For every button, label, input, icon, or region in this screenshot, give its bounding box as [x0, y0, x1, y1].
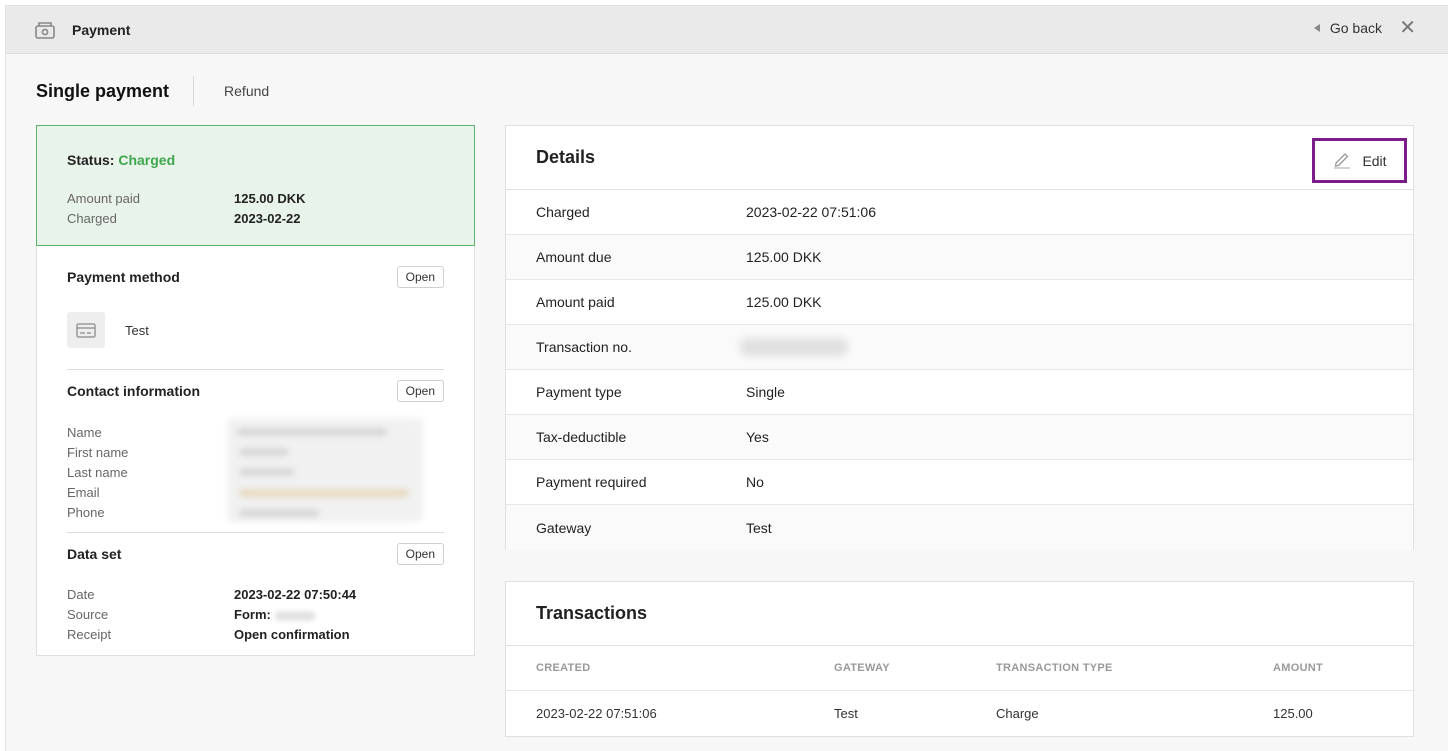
details-card: Details Edit Charged 2023-02-22 07:51:06…: [505, 125, 1414, 550]
tab-bar: Single payment Refund: [36, 76, 269, 106]
contact-name-label: Name: [67, 425, 102, 440]
row-value: No: [746, 474, 764, 490]
row-label: Source: [67, 607, 109, 622]
contact-phone-label: Phone: [67, 505, 105, 520]
details-row-amount-due: Amount due 125.00 DKK: [506, 235, 1413, 280]
column-header: TRANSACTION TYPE: [996, 662, 1113, 674]
table-cell: Charge: [996, 706, 1039, 721]
go-back-button[interactable]: Go back: [1313, 20, 1382, 36]
close-icon[interactable]: ✕: [1399, 18, 1416, 38]
source-form-text: Form:: [234, 607, 271, 622]
dataset-date-row: Date 2023-02-22 07:50:44: [67, 585, 444, 605]
payment-window: Payment Go back ✕ Single payment Refund …: [5, 5, 1448, 751]
row-label: Payment type: [536, 384, 622, 400]
column-header: CREATED: [536, 662, 591, 674]
row-label: Charged: [536, 204, 590, 220]
details-row-tax-deductible: Tax-deductible Yes: [506, 415, 1413, 460]
column-header: GATEWAY: [834, 662, 890, 674]
tab-single-payment[interactable]: Single payment: [36, 76, 195, 106]
window-titlebar: Payment Go back ✕: [6, 6, 1448, 54]
row-label: Charged: [67, 211, 117, 226]
credit-card-icon: [67, 312, 105, 348]
table-cell: 125.00: [1273, 706, 1313, 721]
row-label: Date: [67, 587, 95, 602]
payment-method-section: Payment method Open Test: [67, 246, 444, 370]
dataset-source-row: Source Form:: [67, 605, 444, 625]
dataset-section: Data set Open Date 2023-02-22 07:50:44 S…: [67, 533, 444, 645]
details-row-payment-required: Payment required No: [506, 460, 1413, 505]
pencil-icon: [1332, 149, 1352, 172]
tab-refund[interactable]: Refund: [194, 83, 269, 99]
table-cell: Test: [834, 706, 858, 721]
row-label: Transaction no.: [536, 339, 632, 355]
go-back-label: Go back: [1329, 20, 1382, 36]
row-value: Yes: [746, 429, 769, 445]
summary-panel: Status: Charged Amount paid 125.00 DKK C…: [36, 125, 475, 656]
redacted-line: [239, 489, 409, 497]
open-confirmation-link[interactable]: Open confirmation: [234, 625, 350, 645]
open-payment-method-button[interactable]: Open: [396, 266, 444, 288]
section-title: Contact information: [67, 383, 200, 399]
details-row-amount-paid: Amount paid 125.00 DKK: [506, 280, 1413, 325]
dataset-receipt-row: Receipt Open confirmation: [67, 625, 444, 645]
back-arrow-icon: [1313, 24, 1320, 32]
source-form-link[interactable]: Form:: [234, 605, 315, 625]
window-title: Payment: [72, 21, 131, 38]
table-row[interactable]: 2023-02-22 07:51:06 Test Charge 125.00: [506, 691, 1413, 736]
details-row-payment-type: Payment type Single: [506, 370, 1413, 415]
contact-last-name-label: Last name: [67, 465, 128, 480]
redacted-line: [239, 448, 289, 456]
row-value: 2023-02-22 07:50:44: [234, 587, 357, 602]
contact-first-name-label: First name: [67, 445, 129, 460]
amount-paid-row: Amount paid 125.00 DKK: [67, 189, 444, 209]
row-value: 125.00 DKK: [234, 191, 306, 206]
contact-section: Contact information Open Name First name…: [67, 370, 444, 533]
edit-button[interactable]: Edit: [1312, 138, 1407, 183]
row-label: Amount paid: [67, 191, 140, 206]
row-value: 125.00 DKK: [746, 294, 822, 310]
row-label: Gateway: [536, 519, 592, 536]
row-label: Payment required: [536, 474, 647, 490]
table-header: CREATED GATEWAY TRANSACTION TYPE AMOUNT: [506, 646, 1413, 691]
details-title: Details: [536, 147, 596, 167]
transactions-title: Transactions: [536, 603, 648, 623]
details-row-charged: Charged 2023-02-22 07:51:06: [506, 190, 1413, 235]
section-title: Payment method: [67, 269, 180, 285]
row-label: Amount due: [536, 249, 612, 265]
redacted-line: [237, 428, 387, 436]
row-value: Test: [746, 519, 772, 536]
table-cell: 2023-02-22 07:51:06: [536, 706, 657, 721]
row-value: Single: [746, 384, 785, 400]
charged-row: Charged 2023-02-22: [67, 209, 444, 229]
row-label: Receipt: [67, 627, 112, 642]
status-value: Charged: [118, 152, 176, 168]
column-header: AMOUNT: [1273, 662, 1324, 674]
details-row-transaction-no: Transaction no.: [506, 325, 1413, 370]
transactions-card: Transactions CREATED GATEWAY TRANSACTION…: [505, 581, 1414, 737]
section-title: Data set: [67, 546, 122, 562]
status-label: Status:: [67, 152, 115, 168]
redacted-line: [239, 509, 319, 517]
edit-label: Edit: [1362, 152, 1387, 169]
row-label: Amount paid: [536, 294, 615, 310]
redacted-form-name: [274, 610, 315, 621]
details-row-gateway: Gateway Test: [506, 505, 1413, 550]
open-dataset-button[interactable]: Open: [396, 543, 444, 565]
contact-email-label: Email: [67, 485, 100, 500]
payment-method-name: Test: [125, 322, 149, 338]
row-value: 2023-02-22 07:51:06: [746, 204, 876, 220]
row-value: 2023-02-22: [234, 211, 301, 226]
redacted-transaction-no: [740, 338, 848, 356]
details-rows: Charged 2023-02-22 07:51:06 Amount due 1…: [506, 190, 1413, 550]
cash-register-icon: [34, 20, 56, 40]
row-value: 125.00 DKK: [746, 249, 822, 265]
row-label: Tax-deductible: [536, 429, 627, 445]
redacted-line: [239, 468, 294, 476]
status-box: Status: Charged Amount paid 125.00 DKK C…: [36, 125, 475, 246]
open-contact-button[interactable]: Open: [396, 380, 444, 402]
status-line: Status: Charged: [67, 152, 444, 168]
